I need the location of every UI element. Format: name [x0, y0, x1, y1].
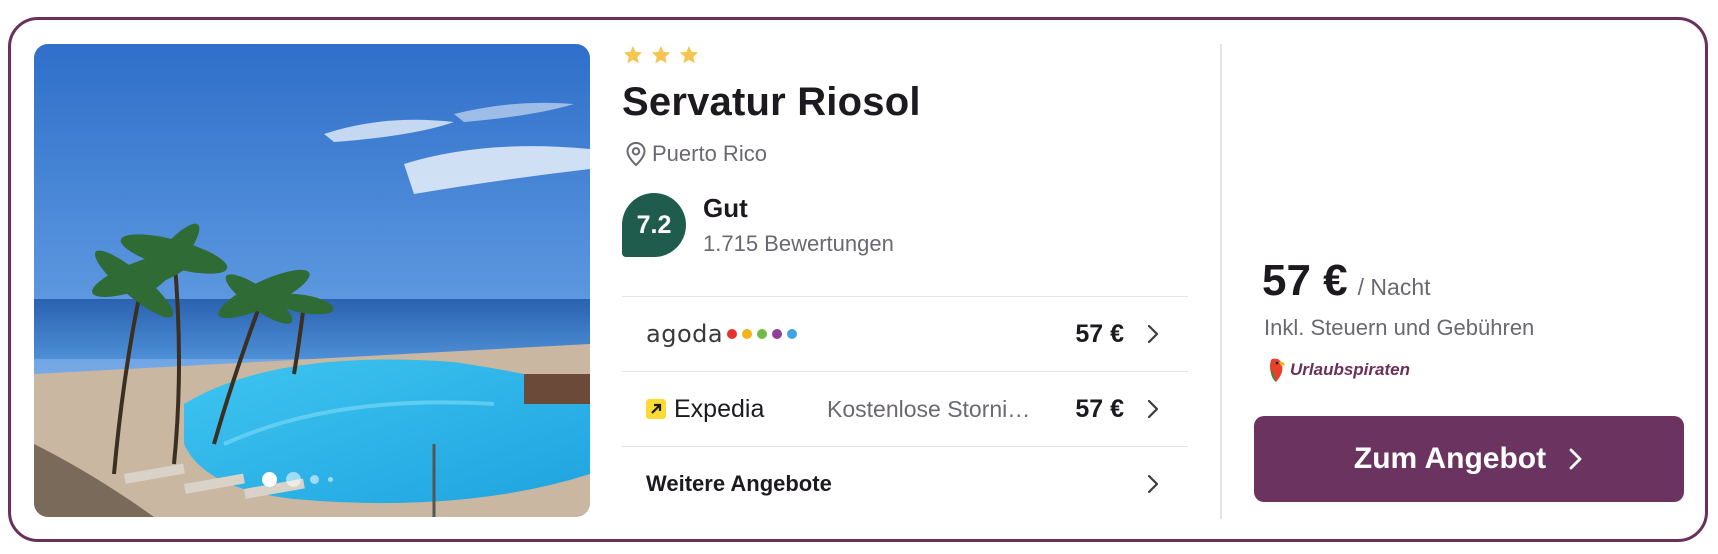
gallery-dot[interactable] [285, 472, 301, 487]
location-pin-icon [626, 141, 646, 167]
hotel-photo-image [34, 44, 590, 517]
gallery-dots[interactable] [34, 472, 575, 487]
gallery-dot-active[interactable] [261, 472, 277, 487]
column-divider [1220, 44, 1222, 519]
provider-name: Expedia [674, 394, 765, 423]
hotel-name[interactable]: Servatur Riosol [622, 80, 921, 125]
to-offer-button[interactable]: Zum Angebot [1254, 416, 1684, 502]
more-offers-row[interactable]: Weitere Angebote [622, 446, 1188, 521]
partner-logo: Urlaubspiraten [1264, 355, 1410, 385]
offer-price: 57 € [1075, 394, 1124, 423]
chevron-right-icon [1569, 448, 1582, 470]
provider-name: agoda [646, 320, 724, 348]
offer-row-agoda[interactable]: agoda 57 € [622, 296, 1188, 371]
star-rating [622, 44, 700, 66]
gallery-dot[interactable] [309, 475, 319, 484]
best-price: 57 € / Nacht [1262, 256, 1431, 306]
rating-label: Gut [703, 193, 748, 223]
price-taxes-note: Inkl. Steuern und Gebühren [1264, 315, 1535, 340]
more-offers-label: Weitere Angebote [646, 471, 832, 496]
expedia-arrow-icon [646, 399, 666, 419]
chevron-right-icon [1147, 399, 1159, 419]
offer-row-expedia[interactable]: Expedia Kostenlose Storni… 57 € [622, 371, 1188, 446]
best-price-value: 57 € [1262, 256, 1348, 305]
hotel-photo[interactable] [34, 44, 590, 517]
hotel-location: Puerto Rico [624, 141, 767, 167]
star-icon [679, 45, 699, 64]
offer-price: 57 € [1075, 319, 1124, 348]
to-offer-label: Zum Angebot [1353, 442, 1547, 475]
star-icon [623, 45, 643, 64]
review-count: 1.715 Bewertungen [703, 231, 894, 256]
provider-logo-agoda: agoda [646, 320, 798, 348]
best-price-unit: / Nacht [1357, 274, 1431, 300]
agoda-dots-logo [727, 329, 798, 339]
location-label: Puerto Rico [652, 141, 767, 166]
provider-logo-expedia: Expedia [646, 395, 764, 424]
offer-list: agoda 57 € Expedia Kostenlose Storni… 57… [622, 296, 1188, 521]
star-icon [651, 45, 671, 64]
gallery-dot[interactable] [327, 477, 333, 482]
chevron-right-icon [1147, 324, 1159, 344]
parrot-logo-icon [1270, 358, 1285, 382]
partner-name: Urlaubspiraten [1290, 360, 1410, 379]
chevron-right-icon [1147, 474, 1159, 494]
rating-score-badge: 7.2 [622, 193, 686, 257]
offer-note: Kostenlose Storni… [827, 395, 1031, 422]
